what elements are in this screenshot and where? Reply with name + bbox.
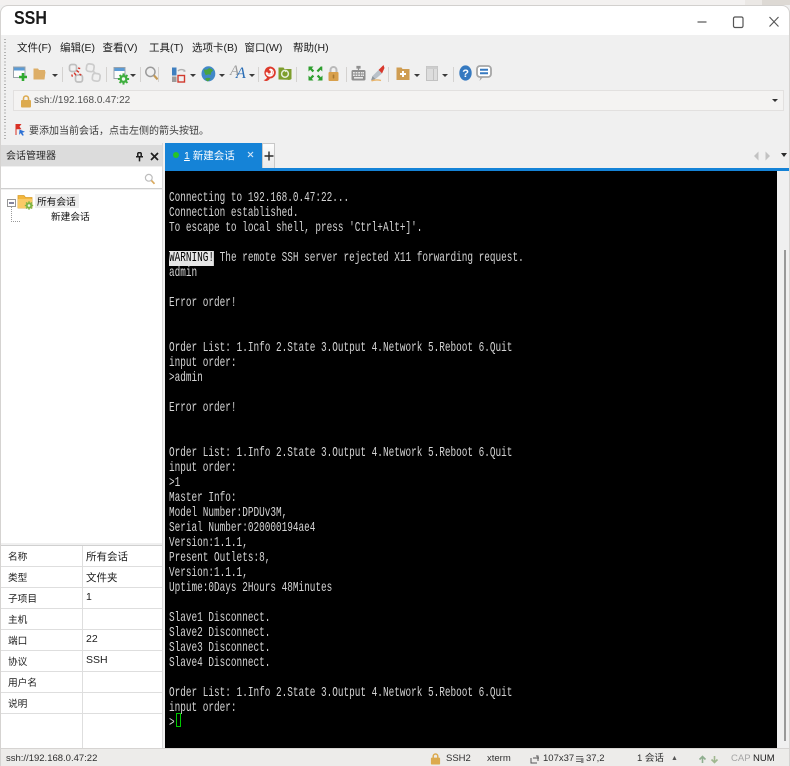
svg-text:?: ?	[462, 68, 469, 80]
